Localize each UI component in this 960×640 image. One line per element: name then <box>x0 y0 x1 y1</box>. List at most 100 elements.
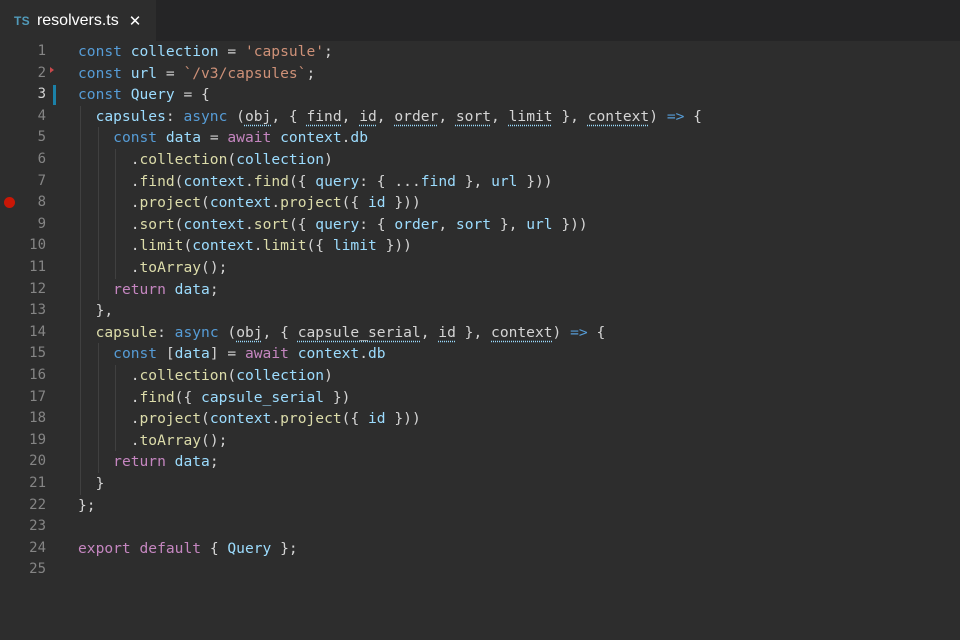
code-token: data <box>174 345 210 363</box>
code-token: ) <box>552 323 571 341</box>
code-token: })) <box>376 237 412 255</box>
code-token: { <box>209 539 228 557</box>
code-token: ( <box>227 151 237 168</box>
code-text: .project(context.project({ id })) <box>78 408 421 430</box>
code-token: find <box>139 172 175 190</box>
code-line[interactable]: 22}; <box>0 495 960 517</box>
line-number: 2 <box>37 64 46 81</box>
code-token: const <box>113 345 166 363</box>
code-token: })) <box>552 215 588 233</box>
code-token: sort <box>455 215 492 233</box>
code-token: (); <box>201 431 228 449</box>
code-token: ( <box>201 194 210 212</box>
code-text: return data; <box>78 279 218 301</box>
deleted-lines-marker-icon[interactable] <box>50 66 54 73</box>
line-number: 11 <box>29 259 46 275</box>
code-text: .collection(collection) <box>78 365 333 387</box>
line-number: 24 <box>29 539 46 556</box>
code-text: export default { Query }; <box>78 538 298 560</box>
modified-line-marker-icon[interactable] <box>53 85 56 106</box>
code-token: ( <box>183 237 193 255</box>
code-line[interactable]: 12 return data; <box>0 279 960 301</box>
code-line[interactable]: 13 }, <box>0 300 960 322</box>
code-line[interactable]: 5 const data = await context.db <box>0 127 960 149</box>
code-token: sort <box>455 107 492 125</box>
code-token: }; <box>271 539 298 557</box>
code-line[interactable]: 2 const url = `/v3/capsules`; <box>0 63 960 85</box>
code-token: context <box>280 129 342 147</box>
code-token: limit <box>508 107 553 125</box>
code-token: }, <box>455 323 492 341</box>
code-line[interactable]: 10 .limit(context.limit({ limit })) <box>0 235 960 257</box>
code-text: }, <box>78 300 114 322</box>
code-token: ({ <box>288 215 316 233</box>
code-token: }, <box>491 215 527 233</box>
code-token: [ <box>165 345 175 363</box>
code-text: .limit(context.limit({ limit })) <box>78 235 412 257</box>
code-token: ({ <box>341 410 369 428</box>
code-line[interactable]: 20 return data; <box>0 451 960 473</box>
code-text: .find({ capsule_serial }) <box>78 387 351 409</box>
code-token: context <box>183 172 245 190</box>
code-token: ) <box>324 151 333 168</box>
code-line[interactable]: 6 .collection(collection) <box>0 149 960 171</box>
code-line[interactable]: 8 .project(context.project({ id })) <box>0 192 960 214</box>
code-token: => <box>570 323 588 341</box>
code-line[interactable]: 21 } <box>0 473 960 495</box>
code-line[interactable]: 1 const collection = 'capsule'; <box>0 41 960 63</box>
code-token: Query <box>130 86 175 104</box>
code-token: capsule_serial <box>297 323 421 341</box>
code-token: . <box>78 431 140 449</box>
code-line[interactable]: 3 const Query = { <box>0 84 960 106</box>
tab-resolvers-ts[interactable]: TS resolvers.ts ✕ <box>0 0 156 41</box>
code-text: }; <box>78 495 96 517</box>
code-token: query <box>315 215 360 233</box>
line-number: 14 <box>29 323 46 340</box>
code-token: db <box>368 345 386 363</box>
code-token: . <box>78 215 140 233</box>
code-token: = <box>201 129 228 147</box>
code-text: const Query = { <box>78 84 210 106</box>
code-token: = <box>157 64 184 82</box>
code-line[interactable]: 7 .find(context.find({ query: { ...find … <box>0 171 960 193</box>
close-icon[interactable]: ✕ <box>129 12 142 30</box>
line-number: 12 <box>29 280 46 297</box>
code-token: . <box>78 259 140 276</box>
code-token: collection <box>139 367 228 384</box>
line-number: 13 <box>29 302 46 319</box>
code-line[interactable]: 4 capsules: async (obj, { find, id, orde… <box>0 106 960 128</box>
code-token: , <box>491 107 509 125</box>
code-line[interactable]: 11 .toArray(); <box>0 257 960 279</box>
code-token: url <box>526 215 553 233</box>
code-text: capsule: async (obj, { capsule_serial, i… <box>78 322 606 344</box>
code-line[interactable]: 23 <box>0 516 960 538</box>
code-token: limit <box>262 237 307 255</box>
code-token: data <box>174 453 210 471</box>
code-text: .toArray(); <box>78 257 228 279</box>
code-token: = { <box>174 86 210 104</box>
code-token: })) <box>385 194 421 212</box>
code-token: url <box>491 172 518 190</box>
code-token: 'capsule' <box>244 43 325 60</box>
code-line[interactable]: 18 .project(context.project({ id })) <box>0 408 960 430</box>
code-line[interactable]: 14 capsule: async (obj, { capsule_serial… <box>0 322 960 344</box>
code-token: context <box>297 345 360 363</box>
code-line[interactable]: 15 const [data] = await context.db <box>0 343 960 365</box>
code-line[interactable]: 17 .find({ capsule_serial }) <box>0 387 960 409</box>
code-line[interactable]: 25 <box>0 559 960 581</box>
code-token: }; <box>78 496 96 514</box>
code-line[interactable]: 24 export default { Query }; <box>0 538 960 560</box>
code-token: return <box>113 280 175 298</box>
code-token: ( <box>227 367 237 384</box>
indent-guide <box>97 127 99 301</box>
code-line[interactable]: 16 .collection(collection) <box>0 365 960 387</box>
code-token: find <box>139 388 175 406</box>
code-token: , <box>438 215 456 233</box>
code-token: data <box>165 129 202 147</box>
code-line[interactable]: 19 .toArray(); <box>0 430 960 452</box>
code-token: collection <box>236 367 325 384</box>
code-token: ; <box>306 64 316 82</box>
code-line[interactable]: 9 .sort(context.sort({ query: { order, s… <box>0 214 960 236</box>
code-token: collection <box>236 151 325 168</box>
code-editor[interactable]: 1 const collection = 'capsule'; 2 const url… <box>0 41 960 640</box>
